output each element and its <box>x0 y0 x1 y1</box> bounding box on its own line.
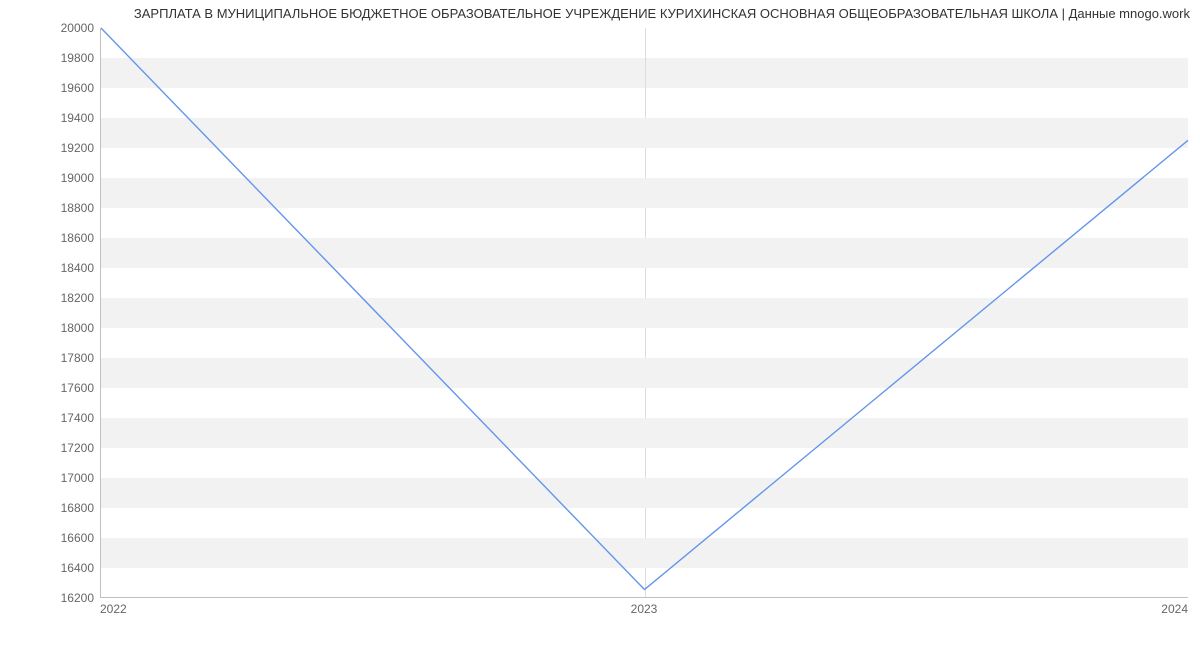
y-tick-label: 16600 <box>0 531 94 545</box>
y-tick-label: 20000 <box>0 21 94 35</box>
y-tick-label: 19600 <box>0 81 94 95</box>
salary-line-chart: ЗАРПЛАТА В МУНИЦИПАЛЬНОЕ БЮДЖЕТНОЕ ОБРАЗ… <box>0 0 1200 650</box>
chart-title: ЗАРПЛАТА В МУНИЦИПАЛЬНОЕ БЮДЖЕТНОЕ ОБРАЗ… <box>10 6 1190 21</box>
y-tick-label: 17200 <box>0 441 94 455</box>
line-layer <box>101 28 1188 597</box>
plot-area <box>100 28 1188 598</box>
x-tick-label: 2023 <box>631 602 658 616</box>
y-tick-label: 17800 <box>0 351 94 365</box>
x-tick-label: 2024 <box>1161 602 1188 616</box>
y-tick-label: 17600 <box>0 381 94 395</box>
y-tick-label: 18600 <box>0 231 94 245</box>
y-tick-label: 19400 <box>0 111 94 125</box>
x-tick-label: 2022 <box>100 602 127 616</box>
y-tick-label: 18200 <box>0 291 94 305</box>
y-tick-label: 19000 <box>0 171 94 185</box>
y-tick-label: 16800 <box>0 501 94 515</box>
y-tick-label: 18000 <box>0 321 94 335</box>
y-tick-label: 19200 <box>0 141 94 155</box>
y-tick-label: 17000 <box>0 471 94 485</box>
y-tick-label: 18800 <box>0 201 94 215</box>
y-tick-label: 18400 <box>0 261 94 275</box>
y-tick-label: 16400 <box>0 561 94 575</box>
y-tick-label: 16200 <box>0 591 94 605</box>
y-tick-label: 19800 <box>0 51 94 65</box>
x-axis-ticks: 2022 2023 2024 <box>100 602 1188 622</box>
y-axis-ticks: 1620016400166001680017000172001740017600… <box>0 28 94 598</box>
y-tick-label: 17400 <box>0 411 94 425</box>
series-salary-line <box>101 28 1188 590</box>
